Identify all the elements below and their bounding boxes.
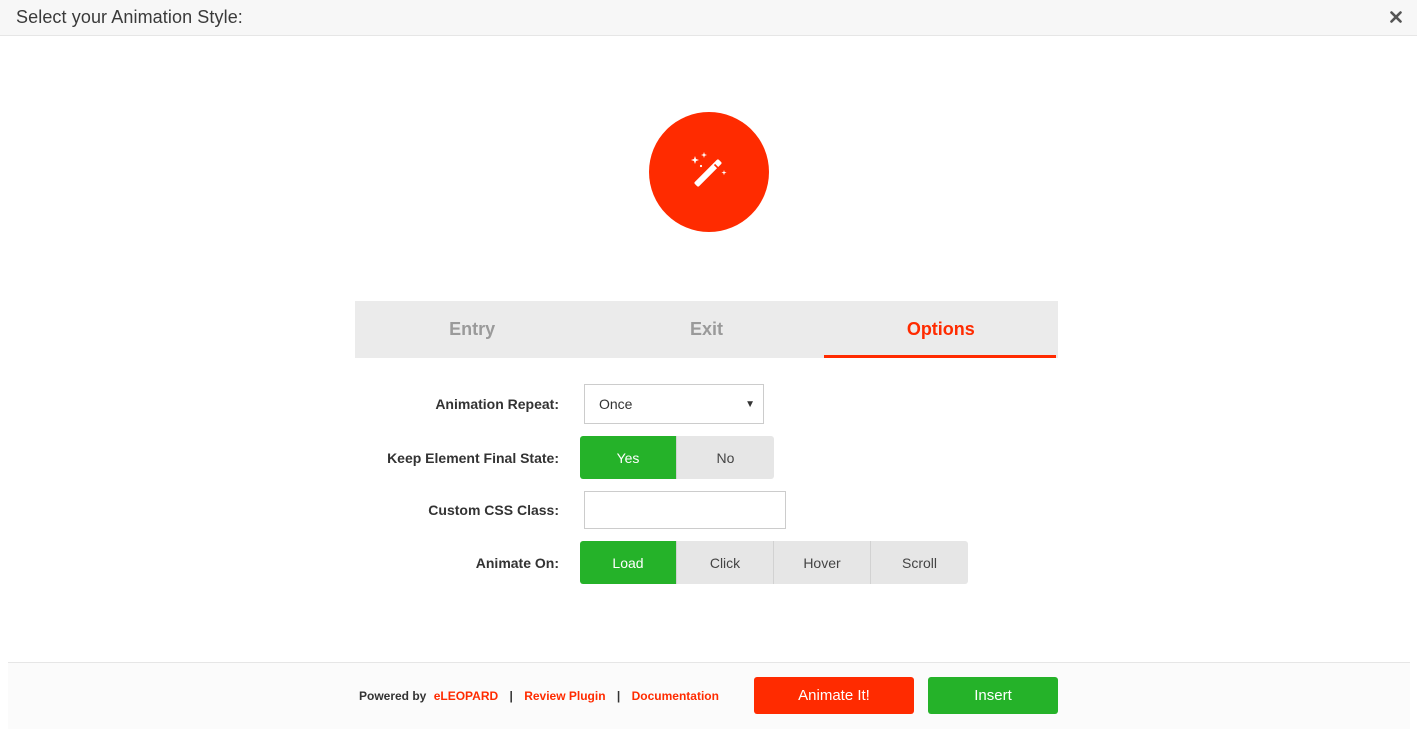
documentation-link[interactable]: Documentation xyxy=(632,689,719,703)
keep-final-state-no-button[interactable]: No xyxy=(677,436,774,479)
animate-on-toggle: Load Click Hover Scroll xyxy=(580,541,968,584)
animation-repeat-select[interactable]: Once ▼ xyxy=(584,384,764,424)
keep-final-state-yes-button[interactable]: Yes xyxy=(580,436,677,479)
keep-final-state-label: Keep Element Final State: xyxy=(387,450,559,466)
animation-badge xyxy=(649,112,769,232)
dialog-title: Select your Animation Style: xyxy=(16,7,243,27)
animate-on-click-button[interactable]: Click xyxy=(677,541,774,584)
tab-entry[interactable]: Entry xyxy=(355,301,589,358)
eleopard-link[interactable]: eLEOPARD xyxy=(434,689,498,703)
chevron-down-icon: ▼ xyxy=(745,399,755,410)
keep-final-state-toggle: Yes No xyxy=(580,436,774,479)
dialog-header: Select your Animation Style: xyxy=(0,0,1417,36)
animate-on-load-button[interactable]: Load xyxy=(580,541,677,584)
animation-repeat-label: Animation Repeat: xyxy=(435,396,559,412)
animation-tabs: Entry Exit Options xyxy=(355,301,1058,358)
animation-repeat-value: Once xyxy=(599,396,633,412)
powered-by-bar: Powered by eLEOPARD | Review Plugin | Do… xyxy=(359,689,719,703)
animate-on-hover-button[interactable]: Hover xyxy=(774,541,871,584)
magic-wand-icon xyxy=(691,152,727,187)
animate-on-scroll-button[interactable]: Scroll xyxy=(871,541,968,584)
close-icon xyxy=(1390,11,1402,23)
footer-separator: | xyxy=(616,689,621,703)
tab-options[interactable]: Options xyxy=(823,301,1058,358)
animation-style-dialog: Select your Animation Style: Entry Exit … xyxy=(0,0,1417,729)
custom-css-class-input[interactable] xyxy=(584,491,786,529)
insert-button[interactable]: Insert xyxy=(928,677,1058,714)
animate-it-button[interactable]: Animate It! xyxy=(754,677,914,714)
footer-separator: | xyxy=(509,689,513,703)
review-plugin-link[interactable]: Review Plugin xyxy=(524,689,605,703)
close-button[interactable] xyxy=(1383,4,1409,30)
tab-exit[interactable]: Exit xyxy=(589,301,823,358)
custom-css-class-label: Custom CSS Class: xyxy=(428,502,559,518)
animate-on-label: Animate On: xyxy=(475,555,559,571)
powered-by-text: Powered by xyxy=(359,689,427,703)
